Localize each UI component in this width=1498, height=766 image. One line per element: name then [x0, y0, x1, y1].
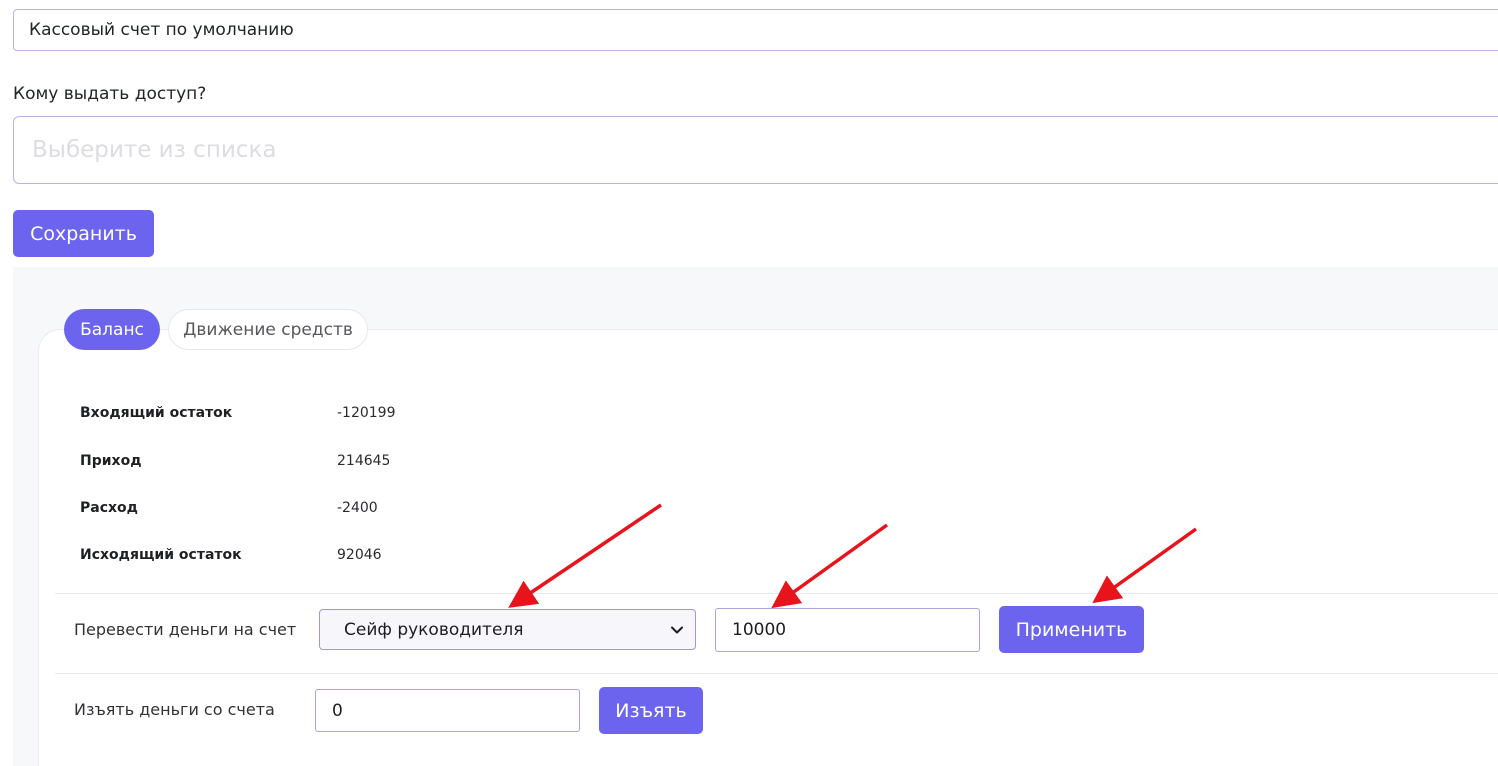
income-value: 214645 [337, 453, 391, 469]
transfer-amount-input[interactable]: 10000 [715, 608, 980, 652]
opening-balance-value: -120199 [337, 405, 396, 421]
tab-balance-label: Баланс [80, 319, 144, 340]
divider [55, 593, 1498, 594]
expense-value: -2400 [337, 500, 378, 516]
transfer-label: Перевести деньги на счет [74, 620, 297, 639]
income-label: Приход [80, 453, 142, 469]
withdraw-amount-input[interactable]: 0 [315, 689, 580, 732]
chevron-down-icon [671, 626, 683, 634]
transfer-account-select[interactable]: Сейф руководителя [319, 609, 696, 650]
withdraw-amount-value: 0 [332, 700, 343, 721]
tab-cash-flow[interactable]: Движение средств [168, 309, 368, 350]
access-label: Кому выдать доступ? [13, 84, 207, 104]
apply-button[interactable]: Применить [999, 606, 1144, 653]
account-settings-page: Кассовый счет по умолчанию Кому выдать д… [0, 0, 1498, 766]
save-button[interactable]: Сохранить [13, 210, 154, 257]
closing-balance-value: 92046 [337, 547, 382, 563]
opening-balance-label: Входящий остаток [80, 405, 233, 421]
transfer-account-value: Сейф руководителя [344, 619, 524, 640]
access-select-placeholder: Выберите из списка [32, 137, 277, 163]
tab-cash-flow-label: Движение средств [183, 319, 353, 340]
tab-balance[interactable]: Баланс [64, 309, 160, 350]
access-user-select[interactable]: Выберите из списка [13, 116, 1498, 184]
closing-balance-label: Исходящий остаток [80, 547, 242, 563]
withdraw-label: Изъять деньги со счета [74, 700, 275, 719]
default-account-value: Кассовый счет по умолчанию [29, 20, 294, 40]
transfer-amount-value: 10000 [732, 620, 787, 640]
default-account-field[interactable]: Кассовый счет по умолчанию [13, 9, 1498, 51]
withdraw-button[interactable]: Изъять [599, 687, 703, 734]
divider [55, 673, 1498, 674]
expense-label: Расход [80, 500, 138, 516]
